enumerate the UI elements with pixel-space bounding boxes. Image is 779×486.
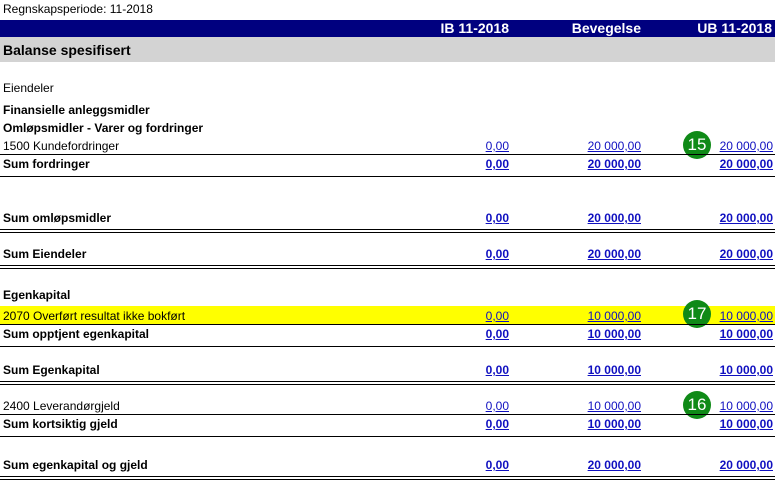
sum-eiendeler-ib[interactable]: 0,00 (486, 247, 509, 261)
divider (0, 268, 775, 269)
row-2070-label: 2070 Overført resultat ikke bokført (3, 309, 186, 323)
sum-ek-gjeld-label: Sum egenkapital og gjeld (3, 458, 148, 472)
sum-fordringer-ib[interactable]: 0,00 (486, 157, 509, 171)
sum-omlop-bev[interactable]: 20 000,00 (588, 211, 641, 225)
section-egenkapital: Egenkapital (3, 288, 71, 302)
sum-eiendeler-ub[interactable]: 20 000,00 (720, 247, 773, 261)
row-2400-ub[interactable]: 10 000,00 (720, 399, 773, 413)
divider (0, 229, 775, 230)
sum-egenkapital-label: Sum Egenkapital (3, 363, 100, 377)
row-2400-bev[interactable]: 10 000,00 (588, 399, 641, 413)
divider (0, 414, 775, 415)
sum-kortsiktig-ib[interactable]: 0,00 (486, 417, 509, 431)
row-2070-bev[interactable]: 10 000,00 (588, 309, 641, 323)
divider (0, 232, 775, 233)
report-title-bar: Balanse spesifisert (0, 37, 775, 62)
sum-egenkapital-ub[interactable]: 10 000,00 (720, 363, 773, 377)
row-1500-ib[interactable]: 0,00 (486, 139, 509, 153)
divider (0, 265, 775, 266)
sum-eiendeler-label: Sum Eiendeler (3, 247, 87, 261)
row-1500-ub[interactable]: 20 000,00 (720, 139, 773, 153)
divider (0, 384, 775, 385)
section-eiendeler: Eiendeler (3, 81, 54, 95)
sum-kortsiktig-label: Sum kortsiktig gjeld (3, 417, 118, 431)
sum-opptjent-bev[interactable]: 10 000,00 (588, 327, 641, 341)
divider (0, 176, 775, 177)
sum-fordringer-ub[interactable]: 20 000,00 (720, 157, 773, 171)
sum-omlop-label: Sum omløpsmidler (3, 211, 112, 225)
sum-opptjent-label: Sum opptjent egenkapital (3, 327, 150, 341)
sum-omlop-ub[interactable]: 20 000,00 (720, 211, 773, 225)
divider (0, 381, 775, 382)
divider (0, 476, 775, 477)
sum-kortsiktig-ub[interactable]: 10 000,00 (720, 417, 773, 431)
sum-kortsiktig-bev[interactable]: 10 000,00 (588, 417, 641, 431)
divider (0, 479, 775, 480)
sum-egenkapital-bev[interactable]: 10 000,00 (588, 363, 641, 377)
divider (0, 154, 775, 155)
divider (0, 324, 775, 325)
row-2070-ub[interactable]: 10 000,00 (720, 309, 773, 323)
col-ib-header: IB 11-2018 (440, 20, 510, 36)
sum-ek-gjeld-bev[interactable]: 20 000,00 (588, 458, 641, 472)
sum-egenkapital-ib[interactable]: 0,00 (486, 363, 509, 377)
divider (0, 346, 775, 347)
sum-omlop-ib[interactable]: 0,00 (486, 211, 509, 225)
sum-opptjent-ub[interactable]: 10 000,00 (720, 327, 773, 341)
row-1500-label: 1500 Kundefordringer (3, 139, 120, 153)
row-2400-ib[interactable]: 0,00 (486, 399, 509, 413)
row-2400-label: 2400 Leverandørgjeld (3, 399, 120, 413)
sum-fordringer-label: Sum fordringer (3, 157, 90, 171)
period-label: Regnskapsperiode: 11-2018 (3, 2, 153, 16)
column-header-bar: IB 11-2018 Bevegelse UB 11-2018 (0, 20, 775, 37)
sum-fordringer-bev[interactable]: 20 000,00 (588, 157, 641, 171)
section-finansielle: Finansielle anleggsmidler (3, 103, 150, 117)
divider (0, 436, 775, 437)
sum-eiendeler-bev[interactable]: 20 000,00 (588, 247, 641, 261)
sum-ek-gjeld-ub[interactable]: 20 000,00 (720, 458, 773, 472)
col-ub-header: UB 11-2018 (697, 20, 772, 36)
report-title: Balanse spesifisert (3, 42, 131, 58)
sum-opptjent-ib[interactable]: 0,00 (486, 327, 509, 341)
row-2070-ib[interactable]: 0,00 (486, 309, 509, 323)
sum-ek-gjeld-ib[interactable]: 0,00 (486, 458, 509, 472)
col-bevegelse-header: Bevegelse (571, 20, 641, 36)
section-omlop: Omløpsmidler - Varer og fordringer (3, 121, 204, 135)
row-1500-bev[interactable]: 20 000,00 (588, 139, 641, 153)
